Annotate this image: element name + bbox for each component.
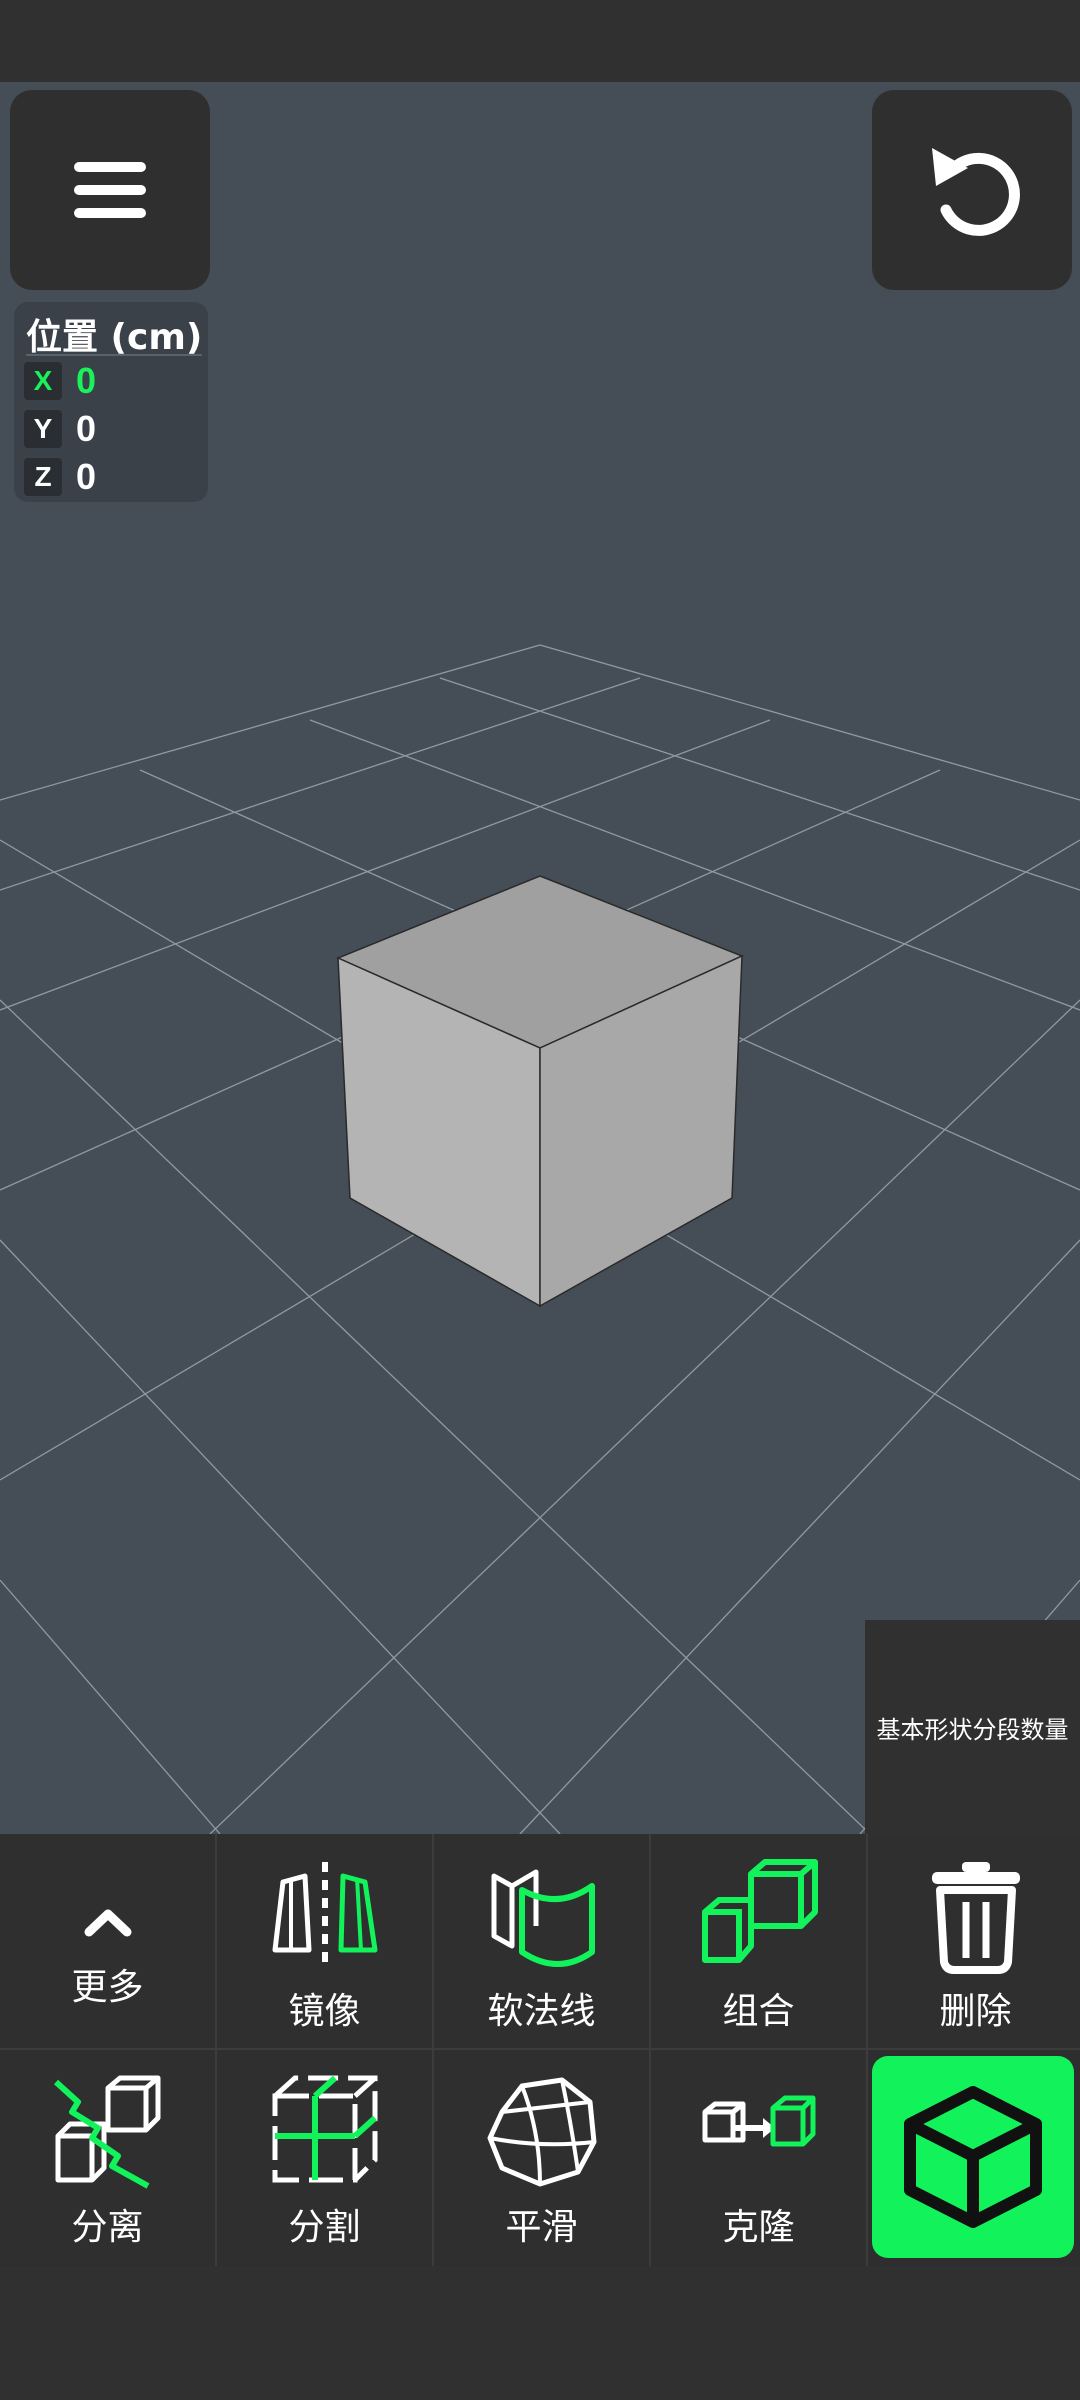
group-label: 组合 bbox=[722, 1991, 795, 2032]
position-title: 位置 (cm) bbox=[26, 317, 203, 358]
axis-value-x[interactable]: 0 bbox=[76, 360, 96, 402]
status-bar bbox=[0, 0, 1080, 82]
segment-count-label: 基本形状分段数量 bbox=[876, 1715, 1069, 1744]
axis-label-z: Z bbox=[24, 458, 62, 496]
mirror-button[interactable]: 镜像 bbox=[217, 1834, 432, 2048]
smooth-button[interactable]: 平滑 bbox=[434, 2050, 649, 2264]
segment-count-button[interactable]: 基本形状分段数量 bbox=[865, 1620, 1080, 1834]
menu-button[interactable] bbox=[10, 90, 210, 290]
separate-button[interactable]: 分离 bbox=[0, 2050, 215, 2264]
group-icon bbox=[701, 1859, 818, 1963]
axis-value-y[interactable]: 0 bbox=[76, 408, 96, 450]
axis-row-x[interactable]: X 0 bbox=[24, 360, 96, 402]
add-shape-button[interactable] bbox=[872, 2056, 1074, 2258]
axis-row-z[interactable]: Z 0 bbox=[24, 456, 96, 498]
separate-icon bbox=[53, 2075, 160, 2189]
split-button[interactable]: 分割 bbox=[217, 2050, 432, 2264]
clone-button[interactable]: 克隆 bbox=[651, 2050, 866, 2264]
trash-icon bbox=[931, 1862, 1020, 1974]
soft-normals-button[interactable]: 软法线 bbox=[434, 1834, 649, 2048]
separate-label: 分离 bbox=[71, 2207, 144, 2248]
cube-object[interactable] bbox=[336, 875, 744, 1308]
axis-label-y: Y bbox=[24, 410, 62, 448]
axis-label-x: X bbox=[24, 362, 62, 400]
position-panel: 位置 (cm) X 0 Y 0 Z 0 bbox=[14, 302, 208, 502]
delete-button[interactable]: 删除 bbox=[868, 1834, 1080, 2048]
chevron-up-icon bbox=[84, 1909, 131, 1937]
toolbar-divider bbox=[866, 1834, 868, 2266]
hamburger-icon bbox=[74, 162, 146, 218]
soft-normals-label: 软法线 bbox=[487, 1991, 596, 2032]
navigation-bar bbox=[0, 2266, 1080, 2400]
more-button[interactable]: 更多 bbox=[0, 1834, 215, 2048]
axis-value-z[interactable]: 0 bbox=[76, 456, 96, 498]
clone-label: 克隆 bbox=[722, 2207, 795, 2248]
more-label: 更多 bbox=[71, 1967, 144, 2008]
split-label: 分割 bbox=[288, 2207, 361, 2248]
delete-label: 删除 bbox=[939, 1991, 1012, 2032]
soft-normals-icon bbox=[491, 1869, 595, 1967]
mirror-icon bbox=[272, 1862, 377, 1970]
toolbar-divider bbox=[432, 1834, 434, 2266]
position-divider bbox=[26, 354, 202, 356]
group-button[interactable]: 组合 bbox=[651, 1834, 866, 2048]
undo-button[interactable] bbox=[872, 90, 1072, 290]
toolbar-divider bbox=[0, 2048, 1080, 2050]
axis-row-y[interactable]: Y 0 bbox=[24, 408, 96, 450]
cube-icon bbox=[904, 2086, 1042, 2228]
smooth-icon bbox=[487, 2077, 596, 2187]
clone-icon bbox=[702, 2095, 815, 2147]
undo-icon bbox=[932, 148, 1020, 236]
toolbar-divider bbox=[649, 1834, 651, 2266]
split-icon bbox=[272, 2075, 377, 2183]
mirror-label: 镜像 bbox=[288, 1991, 361, 2032]
smooth-label: 平滑 bbox=[505, 2207, 578, 2248]
toolbar-divider bbox=[215, 1834, 217, 2266]
